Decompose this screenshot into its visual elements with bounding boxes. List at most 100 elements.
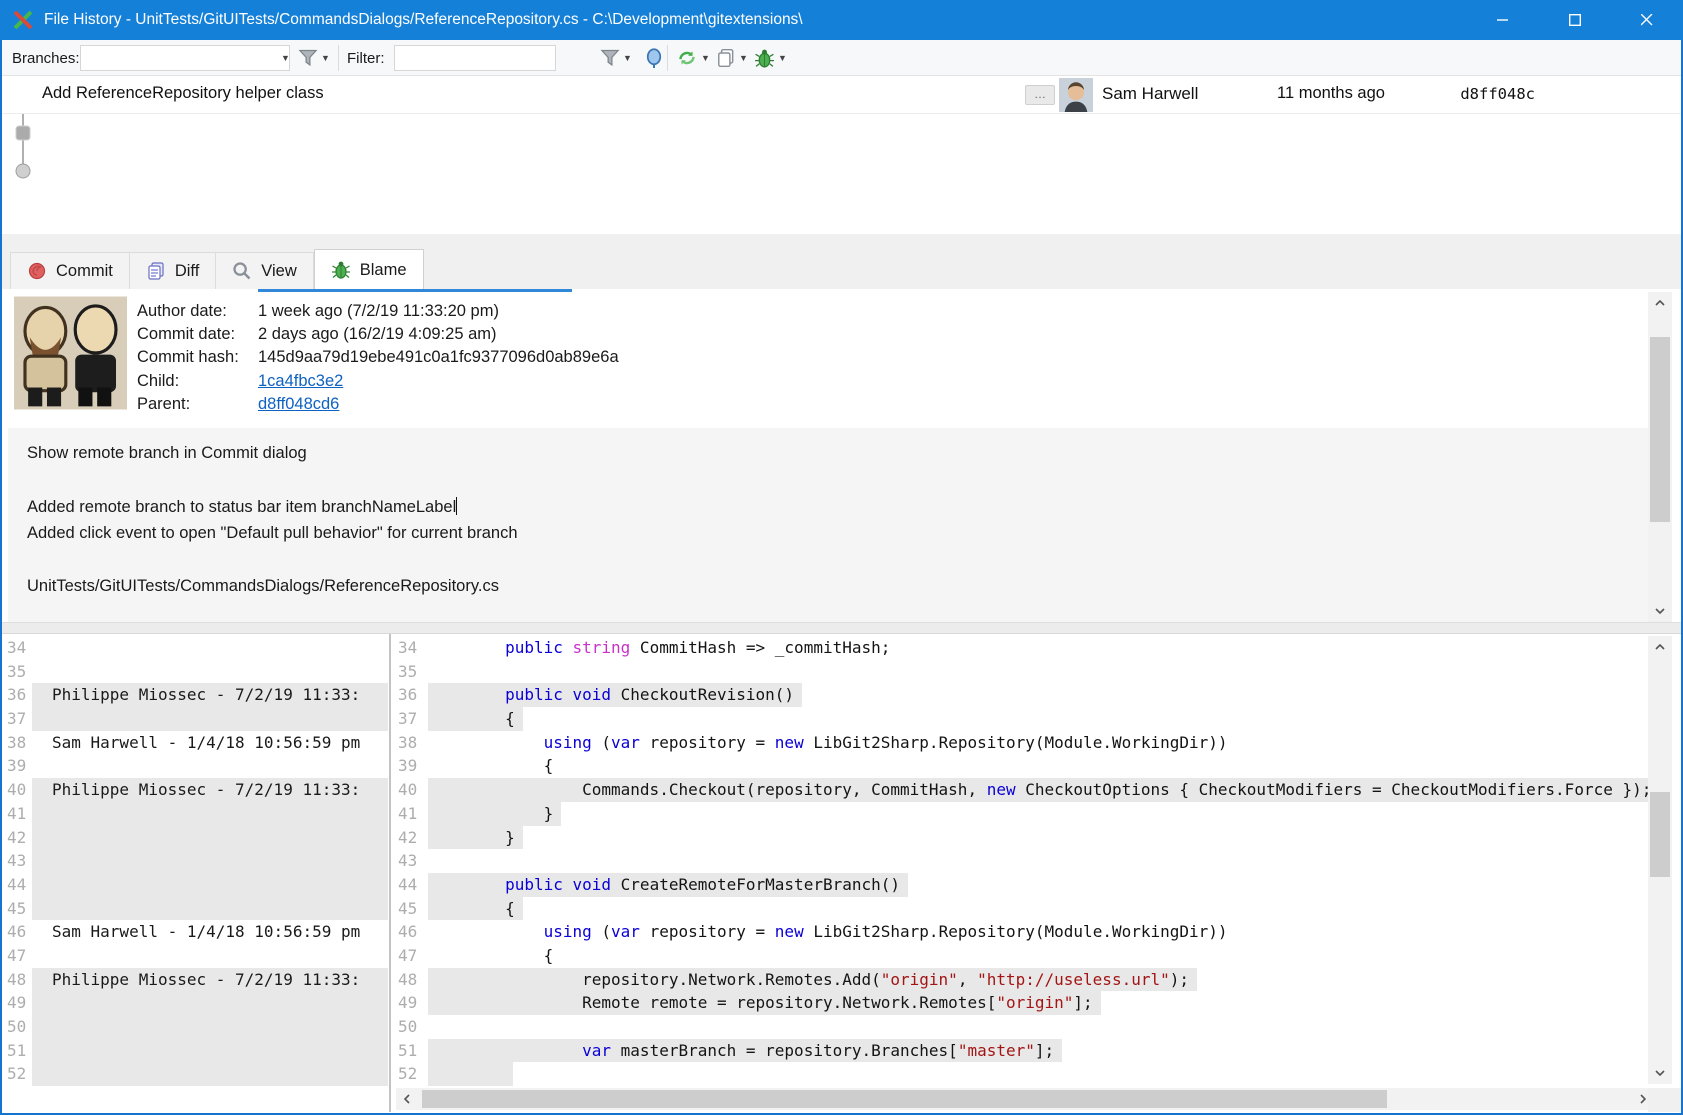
go-to-commit-icon[interactable] <box>644 40 664 76</box>
blame-annotation-row: 48Philippe Miossec - 7/2/19 11:33: <box>2 968 388 992</box>
blame-horizontal-scrollbar[interactable] <box>396 1088 1654 1110</box>
line-number: 52 <box>2 1062 32 1086</box>
child-commit-link[interactable]: 1ca4fbc3e2 <box>258 372 343 391</box>
code-line: 42 } <box>394 826 1648 850</box>
tab-label: View <box>261 262 296 281</box>
blame-author-text <box>32 660 388 684</box>
filter-label: Filter: <box>347 40 385 76</box>
tab-commit[interactable]: Commit <box>10 252 130 290</box>
code-line: 38 using (var repository = new LibGit2Sh… <box>394 731 1648 755</box>
copy-icon[interactable]: ▼ <box>716 40 748 76</box>
blame-pane-divider[interactable] <box>389 634 391 1112</box>
blame-author-text <box>32 707 388 731</box>
line-number: 50 <box>394 1015 428 1039</box>
code-line: 40 Commands.Checkout(repository, CommitH… <box>394 778 1648 802</box>
author-avatar-large <box>14 294 127 412</box>
detail-value: 145d9aa79d19ebe491c0a1fc9377096d0ab89e6a <box>258 348 619 367</box>
refresh-icon[interactable]: ▼ <box>676 40 710 76</box>
blame-annotation-row: 41 <box>2 802 388 826</box>
commit-message-box[interactable]: Show remote branch in Commit dialog Adde… <box>8 428 1648 622</box>
scrollbar-thumb[interactable] <box>422 1090 1387 1108</box>
detail-value: 1 week ago (7/2/19 11:33:20 pm) <box>258 302 499 321</box>
blame-annotation-row: 36Philippe Miossec - 7/2/19 11:33: <box>2 683 388 707</box>
scroll-left-arrow[interactable] <box>396 1088 418 1110</box>
code-text: repository.Network.Remotes.Add("origin",… <box>428 968 1197 992</box>
code-line: 41 } <box>394 802 1648 826</box>
line-number: 48 <box>394 968 428 992</box>
code-text: } <box>428 826 523 850</box>
line-number: 34 <box>394 636 428 660</box>
branches-combobox[interactable] <box>80 45 290 71</box>
blame-author-text <box>32 1062 388 1086</box>
title-bar: File History - UnitTests/GitUITests/Comm… <box>0 0 1683 40</box>
maximize-button[interactable] <box>1539 0 1611 40</box>
detail-label: Commit hash: <box>137 348 239 367</box>
clipped-author-link[interactable] <box>258 289 572 292</box>
scroll-up-arrow[interactable] <box>1648 636 1672 658</box>
line-number: 42 <box>2 826 32 850</box>
code-text <box>428 1062 513 1086</box>
magnifier-icon <box>232 261 252 281</box>
more-actions-button[interactable]: … <box>1025 85 1055 105</box>
message-line: UnitTests/GitUITests/CommandsDialogs/Ref… <box>27 577 1648 604</box>
code-text: { <box>428 897 523 921</box>
scroll-up-arrow[interactable] <box>1648 292 1672 314</box>
message-line <box>27 471 1648 498</box>
line-number: 35 <box>2 660 32 684</box>
filter-input[interactable] <box>394 45 556 71</box>
code-line: 49 Remote remote = repository.Network.Re… <box>394 991 1648 1015</box>
blame-bug-icon[interactable]: ▼ <box>754 40 787 76</box>
line-number: 38 <box>2 731 32 755</box>
blame-annotation-row: 42 <box>2 826 388 850</box>
scroll-down-arrow[interactable] <box>1648 600 1672 622</box>
scroll-down-arrow[interactable] <box>1648 1062 1672 1084</box>
blame-author-pane[interactable]: 343536Philippe Miossec - 7/2/19 11:33:37… <box>2 636 388 1112</box>
blame-author-text: Sam Harwell - 1/4/18 10:56:59 pm <box>32 920 388 944</box>
line-number: 50 <box>2 1015 32 1039</box>
detail-label: Author date: <box>137 302 227 321</box>
line-number: 49 <box>394 991 428 1015</box>
code-text: Remote remote = repository.Network.Remot… <box>428 991 1101 1015</box>
blame-author-text: Philippe Miossec - 7/2/19 11:33: <box>32 683 388 707</box>
code-text: { <box>428 707 523 731</box>
line-number: 44 <box>2 873 32 897</box>
blame-view: 343536Philippe Miossec - 7/2/19 11:33:37… <box>2 634 1648 1112</box>
scrollbar-thumb[interactable] <box>1650 337 1670 522</box>
code-line: 43 <box>394 849 1648 873</box>
branches-dropdown-icon[interactable]: ▼ <box>278 40 290 76</box>
blame-author-text <box>32 1039 388 1063</box>
blame-author-text <box>32 849 388 873</box>
blame-annotation-row: 40Philippe Miossec - 7/2/19 11:33: <box>2 778 388 802</box>
parent-commit-link[interactable]: d8ff048cd6 <box>258 395 339 414</box>
blame-annotation-row: 34 <box>2 636 388 660</box>
code-line: 39 { <box>394 754 1648 778</box>
blame-annotation-row: 37 <box>2 707 388 731</box>
minimize-button[interactable] <box>1467 0 1539 40</box>
details-scrollbar[interactable] <box>1648 292 1672 622</box>
commit-row[interactable]: Add ReferenceRepository helper class … S… <box>2 76 1681 114</box>
blame-code-pane[interactable]: 34 public string CommitHash => _commitHa… <box>394 636 1648 1088</box>
tab-view[interactable]: View <box>216 252 313 290</box>
line-number: 49 <box>2 991 32 1015</box>
tab-blame[interactable]: Blame <box>314 249 424 290</box>
code-text: using (var repository = new LibGit2Sharp… <box>428 731 1236 755</box>
detail-label: Parent: <box>137 395 190 414</box>
line-number: 39 <box>2 754 32 778</box>
code-text: public void CheckoutRevision() <box>428 683 802 707</box>
code-line: 50 <box>394 1015 1648 1039</box>
scrollbar-thumb[interactable] <box>1650 792 1670 877</box>
line-number: 47 <box>2 944 32 968</box>
filter-funnel-icon[interactable]: ▼ <box>600 40 632 76</box>
close-button[interactable] <box>1611 0 1683 40</box>
code-text: Commands.Checkout(repository, CommitHash… <box>428 778 1648 802</box>
branch-filter-funnel-icon[interactable]: ▼ <box>298 40 330 76</box>
git-extensions-logo-icon <box>12 9 34 31</box>
toolbar-separator-2 <box>667 45 668 71</box>
blame-vertical-scrollbar[interactable] <box>1648 636 1672 1084</box>
detail-label: Commit date: <box>137 325 235 344</box>
panel-splitter[interactable] <box>2 622 1681 634</box>
line-number: 52 <box>394 1062 428 1086</box>
blame-author-text: Philippe Miossec - 7/2/19 11:33: <box>32 778 388 802</box>
tab-diff[interactable]: Diff <box>130 252 216 290</box>
bug-icon <box>331 260 351 280</box>
